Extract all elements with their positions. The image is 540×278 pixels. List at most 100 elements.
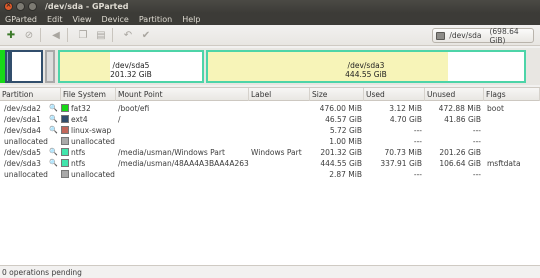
- device-name: /dev/sda: [449, 31, 482, 40]
- cell-size: 444.55 GiB: [310, 158, 362, 169]
- cell-used-text: ---: [413, 126, 422, 135]
- cell-unused-text: 41.86 GiB: [444, 115, 481, 124]
- cell-file-system-text: linux-swap: [71, 126, 112, 135]
- title-bar: × /dev/sda - GParted: [0, 0, 540, 13]
- cell-mount-point: /boot/efi: [118, 103, 249, 114]
- apply-button[interactable]: ✔: [139, 28, 153, 42]
- cell-file-system-text: unallocated: [71, 170, 115, 179]
- table-row[interactable]: 🔍 /dev/sda2 fat32/boot/efi 476.00 MiB 3.12 M…: [0, 103, 540, 114]
- cell-file-system-text: ntfs: [71, 159, 86, 168]
- col-size[interactable]: Size: [310, 88, 364, 101]
- col-mount-point[interactable]: Mount Point: [116, 88, 249, 101]
- table-row[interactable]: unallocated unallocated 2.87 MiB --- ---: [0, 169, 540, 180]
- table-row[interactable]: 🔍 /dev/sda3 ntfs/media/usman/48AA4A3BAA4A2…: [0, 158, 540, 169]
- maximize-button[interactable]: [28, 2, 37, 11]
- cell-unused-text: 201.26 GiB: [439, 148, 481, 157]
- cell-partition: /dev/sda4: [4, 125, 48, 136]
- col-file-system[interactable]: File System: [61, 88, 116, 101]
- table-row[interactable]: 🔍 /dev/sda4 linux-swap 5.72 GiB --- ---: [0, 125, 540, 136]
- cell-used: ---: [364, 136, 422, 147]
- cell-mount-point: [118, 125, 249, 136]
- cell-label: [251, 114, 309, 125]
- menu-view[interactable]: View: [68, 15, 97, 24]
- copy-button[interactable]: ❐: [76, 28, 90, 42]
- new-partition-button[interactable]: ✚: [4, 28, 18, 42]
- cell-size-text: 1.00 MiB: [329, 137, 362, 146]
- cell-unused: 201.26 GiB: [425, 147, 481, 158]
- device-size: (698.64 GiB): [489, 26, 519, 45]
- diskmap-sda4-region[interactable]: [10, 50, 43, 83]
- diskmap-sda5-name: /dev/sda5: [112, 61, 150, 70]
- cell-used-text: 337.91 GiB: [380, 159, 422, 168]
- table-row[interactable]: 🔍 /dev/sda5 ntfs/media/usman/Windows Part W…: [0, 147, 540, 158]
- cell-partition-text: unallocated: [4, 170, 48, 179]
- cell-mount-point-text: /boot/efi: [118, 104, 150, 113]
- cell-used: ---: [364, 125, 422, 136]
- col-flags[interactable]: Flags: [484, 88, 540, 101]
- resize-move-button[interactable]: ◀: [49, 28, 63, 42]
- cell-file-system-text: unallocated: [71, 137, 115, 146]
- cell-mount-point: [118, 169, 249, 180]
- cell-file-system: unallocated: [61, 169, 116, 180]
- diskmap-unallocated[interactable]: [45, 50, 55, 83]
- close-button[interactable]: ×: [4, 1, 13, 11]
- diskmap-sda3[interactable]: /dev/sda3 444.55 GiB: [206, 50, 526, 83]
- cell-label: [251, 103, 309, 114]
- menu-bar: GParted Edit View Device Partition Help: [0, 13, 540, 25]
- col-partition[interactable]: Partition: [0, 88, 61, 101]
- close-icon: ×: [5, 1, 12, 9]
- menu-help[interactable]: Help: [177, 15, 205, 24]
- cell-flags: [487, 125, 539, 136]
- cell-mount-point: /media/usman/Windows Part: [118, 147, 249, 158]
- cell-used-text: 3.12 MiB: [389, 104, 422, 113]
- col-used[interactable]: Used: [364, 88, 425, 101]
- new-icon: ✚: [6, 29, 16, 41]
- cell-file-system: ext4: [61, 114, 116, 125]
- table-header: Partition File System Mount Point Label …: [0, 88, 540, 101]
- cell-size: 476.00 MiB: [310, 103, 362, 114]
- mounted-key-icon: 🔍: [49, 104, 58, 112]
- cell-flags: [487, 114, 539, 125]
- cell-partition-text: unallocated: [4, 137, 48, 146]
- cell-used: 4.70 GiB: [364, 114, 422, 125]
- menu-device[interactable]: Device: [96, 15, 133, 24]
- cell-used-text: ---: [413, 137, 422, 146]
- table-row[interactable]: unallocated unallocated 1.00 MiB --- ---: [0, 136, 540, 147]
- cell-mount-point-text: /media/usman/Windows Part: [118, 148, 225, 157]
- fs-color-swatch: [61, 115, 69, 123]
- menu-edit[interactable]: Edit: [42, 15, 68, 24]
- cell-size: 2.87 MiB: [310, 169, 362, 180]
- delete-partition-button[interactable]: ⊘: [22, 28, 36, 42]
- toolbar: ✚ ⊘ ◀ ❐ ▤ ↶ ✔ /dev/sda (698.64 GiB): [0, 25, 540, 46]
- fs-color-swatch: [61, 126, 69, 134]
- cell-label: Windows Part: [251, 147, 309, 158]
- menu-gparted[interactable]: GParted: [0, 15, 42, 24]
- cell-file-system-text: ext4: [71, 115, 88, 124]
- diskmap-sda3-name: /dev/sda3: [347, 61, 385, 70]
- diskmap-sda3-size: 444.55 GiB: [345, 70, 387, 79]
- paste-button[interactable]: ▤: [94, 28, 108, 42]
- cell-flags: [487, 147, 539, 158]
- menu-partition[interactable]: Partition: [134, 15, 177, 24]
- diskmap-sda5[interactable]: /dev/sda5 201.32 GiB: [58, 50, 204, 83]
- mounted-key-icon: 🔍: [49, 126, 58, 134]
- undo-button[interactable]: ↶: [121, 28, 135, 42]
- cell-size-text: 46.57 GiB: [325, 115, 362, 124]
- cell-flags: msftdata: [487, 158, 539, 169]
- device-selector[interactable]: /dev/sda (698.64 GiB): [432, 26, 534, 45]
- diskmap-sda3-label: /dev/sda3 444.55 GiB: [208, 61, 524, 79]
- col-unused[interactable]: Unused: [425, 88, 484, 101]
- cell-unused: 106.64 GiB: [425, 158, 481, 169]
- cell-size-text: 476.00 MiB: [319, 104, 362, 113]
- cell-unused: 472.88 MiB: [425, 103, 481, 114]
- table-row[interactable]: 🔍 /dev/sda1 ext4 / 46.57 GiB 4.70 GiB 41.86 Gi…: [0, 114, 540, 125]
- minimize-button[interactable]: [16, 2, 25, 11]
- status-bar: 0 operations pending: [0, 265, 540, 278]
- toolbar-separator: [112, 28, 113, 42]
- window-controls: ×: [4, 1, 37, 11]
- cell-partition-text: /dev/sda3: [4, 159, 41, 168]
- cell-unused: 41.86 GiB: [425, 114, 481, 125]
- col-label[interactable]: Label: [249, 88, 310, 101]
- cell-mount-point-text: /media/usman/48AA4A3BAA4A2632: [118, 159, 249, 168]
- cell-size-text: 444.55 GiB: [320, 159, 362, 168]
